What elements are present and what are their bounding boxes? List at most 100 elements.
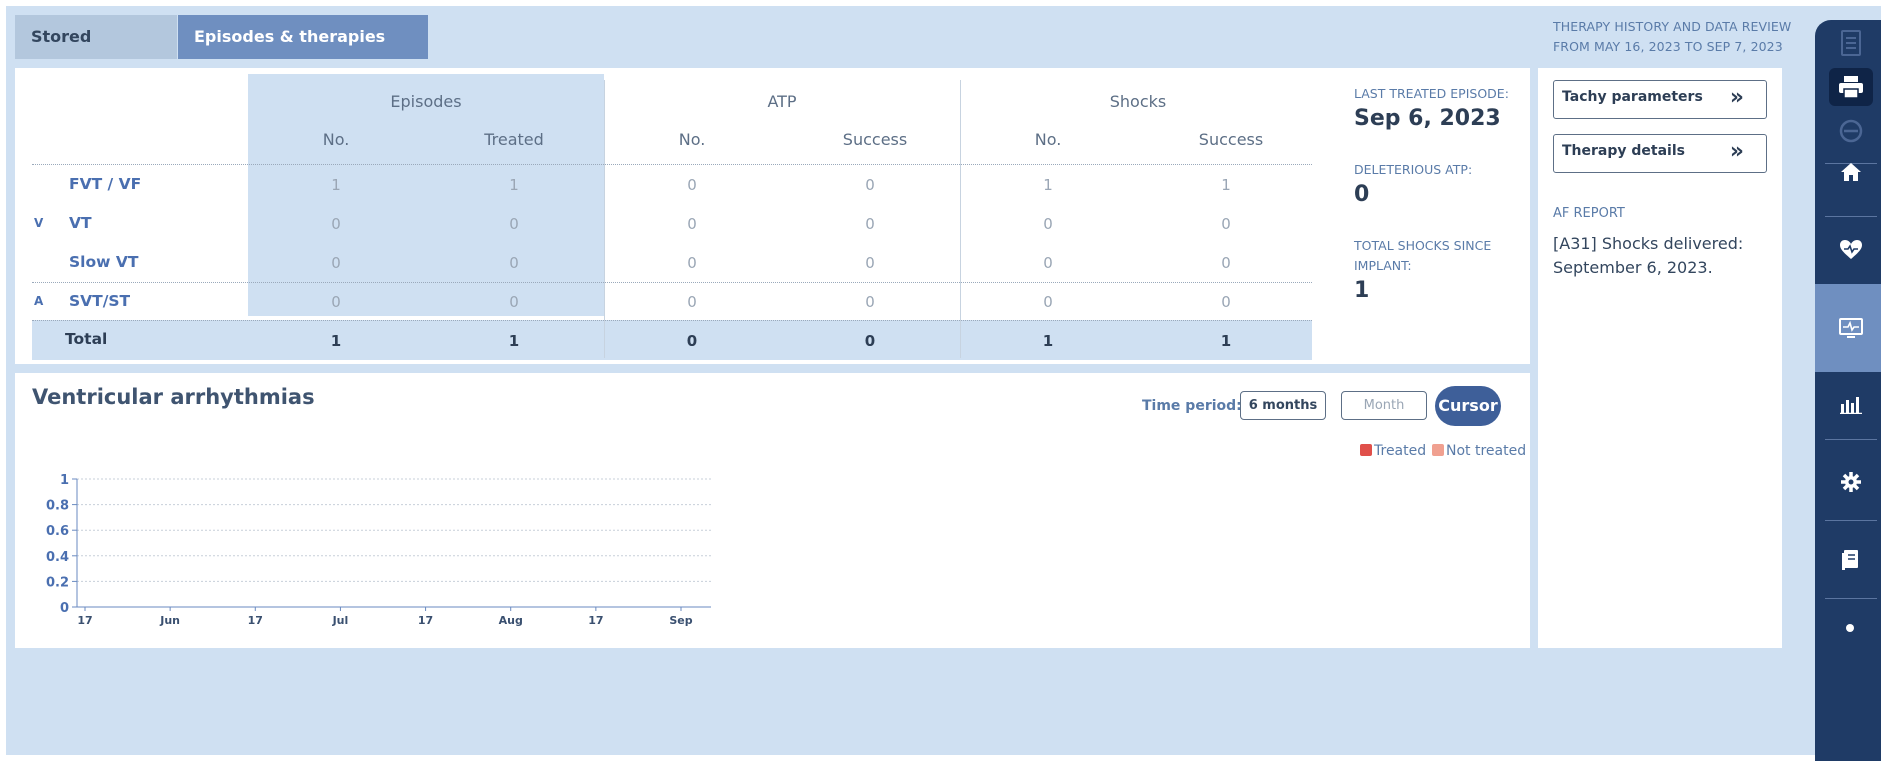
- table-cell: 0: [865, 215, 875, 233]
- table-cell: 0: [509, 254, 519, 272]
- row-label-total: Total: [65, 330, 108, 348]
- y-tick-label: 0.6: [46, 524, 69, 539]
- episodes-table-panel: Episodes ATP Shocks No. Treated No. Succ…: [15, 68, 1530, 364]
- print-icon[interactable]: [1829, 68, 1873, 106]
- monitor-icon[interactable]: [1815, 284, 1881, 372]
- x-tick-label: 17: [588, 614, 603, 627]
- side-panel: Tachy parameters ›› Therapy details ›› A…: [1538, 68, 1782, 648]
- subheader-episodes-treated: Treated: [484, 130, 544, 149]
- table-cell: 1: [331, 176, 341, 194]
- y-tick-label: 0.4: [46, 550, 69, 565]
- navigation-rail: [1815, 20, 1881, 761]
- af-report-text: [A31] Shocks delivered: September 6, 202…: [1553, 234, 1744, 277]
- group-header-atp: ATP: [767, 92, 797, 111]
- time-period-label: Time period:: [1142, 398, 1242, 414]
- row-label-fvt-vf: FVT / VF: [69, 175, 142, 193]
- ventricular-arrhythmias-panel: Ventricular arrhythmias Time period: 6 m…: [15, 373, 1530, 648]
- group-header-episodes: Episodes: [390, 92, 462, 111]
- table-cell: 0: [865, 293, 875, 311]
- total-shocks-label: TOTAL SHOCKS SINCE IMPLANT:: [1354, 238, 1492, 273]
- table-cell: 1: [509, 176, 519, 194]
- x-tick-label: 17: [77, 614, 92, 627]
- subheader-atp-no: No.: [678, 130, 706, 149]
- x-tick-label: Sep: [669, 614, 692, 627]
- last-treated-label: LAST TREATED EPISODE:: [1354, 86, 1509, 101]
- row-label-vt: VT: [69, 214, 92, 232]
- episodes-column-body-shade: [248, 152, 604, 316]
- y-tick-label: 0.2: [46, 575, 69, 590]
- home-icon[interactable]: [1815, 128, 1881, 216]
- legend-label-not-treated: Not treated: [1446, 443, 1527, 459]
- table-cell: 0: [1221, 254, 1231, 272]
- table-cell: 0: [331, 215, 341, 233]
- more-dot-icon[interactable]: [1846, 624, 1854, 632]
- review-line-1: THERAPY HISTORY AND DATA REVIEW: [1553, 19, 1792, 34]
- cursor-button[interactable]: Cursor: [1435, 386, 1501, 426]
- af-report-title: AF REPORT: [1553, 206, 1625, 221]
- y-tick-label: 0: [60, 601, 69, 616]
- table-cell: 0: [509, 215, 519, 233]
- table-cell: 0: [1043, 293, 1053, 311]
- table-cell: 0: [1043, 215, 1053, 233]
- bar-chart-icon[interactable]: [1815, 360, 1881, 448]
- subheader-shocks-success: Success: [1198, 130, 1264, 149]
- subheader-atp-success: Success: [842, 130, 908, 149]
- legend-swatch-not-treated: [1432, 444, 1444, 456]
- table-cell: 0: [687, 293, 697, 311]
- total-cell: 0: [864, 332, 876, 350]
- table-cell: 0: [1043, 254, 1053, 272]
- table-cell: 0: [687, 176, 697, 194]
- table-cell: 0: [687, 254, 697, 272]
- rail-divider: [1825, 598, 1877, 599]
- double-chevron-right-icon: ››: [1729, 139, 1744, 164]
- chart-title: Ventricular arrhythmias: [32, 385, 315, 409]
- last-treated-value: Sep 6, 2023: [1354, 106, 1501, 131]
- tachy-parameters-button[interactable]: Tachy parameters ››: [1553, 80, 1767, 119]
- heart-pulse-icon[interactable]: [1815, 206, 1881, 294]
- tachy-parameters-label: Tachy parameters: [1562, 89, 1703, 105]
- x-tick-label: 17: [248, 614, 263, 627]
- legend-label-treated: Treated: [1374, 443, 1427, 459]
- total-cell: 1: [508, 332, 520, 350]
- table-cell: 0: [865, 176, 875, 194]
- subheader-shocks-no: No.: [1034, 130, 1062, 149]
- therapy-details-button[interactable]: Therapy details ››: [1553, 134, 1767, 173]
- double-chevron-right-icon: ››: [1729, 85, 1744, 110]
- deleterious-atp-label: DELETERIOUS ATP:: [1354, 162, 1473, 177]
- subheader-episodes-no: No.: [322, 130, 350, 149]
- six-months-button[interactable]: 6 months: [1240, 391, 1326, 420]
- row-label-svt-st: SVT/ST: [69, 292, 131, 310]
- table-cell: 0: [687, 215, 697, 233]
- y-tick-label: 0.8: [46, 499, 69, 514]
- total-divider: [32, 320, 1312, 321]
- deleterious-atp-value: 0: [1354, 182, 1370, 207]
- x-tick-label: Jun: [159, 614, 180, 627]
- row-label-slow-vt: Slow VT: [69, 253, 139, 271]
- x-tick-label: 17: [418, 614, 433, 627]
- app-root: Stored episodes: 4 Episodes & therapies …: [6, 6, 1881, 761]
- total-cell: 1: [1042, 332, 1054, 350]
- report-icon[interactable]: [1815, 516, 1881, 604]
- total-cell: 0: [686, 332, 698, 350]
- group-divider: [32, 282, 1312, 283]
- header-divider: [32, 164, 1312, 165]
- table-cell: 0: [331, 254, 341, 272]
- month-button[interactable]: Month: [1341, 391, 1427, 420]
- gear-icon[interactable]: [1815, 438, 1881, 526]
- table-cell: 1: [1221, 176, 1231, 194]
- column-separator: [960, 80, 961, 358]
- document-icon[interactable]: [1829, 24, 1873, 62]
- total-shocks-value: 1: [1354, 278, 1370, 303]
- total-cell: 1: [1220, 332, 1232, 350]
- group-header-shocks: Shocks: [1109, 92, 1167, 111]
- tab-episodes-therapies-summary[interactable]: Episodes & therapies summary: [178, 15, 428, 90]
- column-separator: [604, 80, 605, 358]
- total-cell: 1: [330, 332, 342, 350]
- legend-item-treated: Treated: [1360, 443, 1426, 459]
- therapy-details-label: Therapy details: [1562, 143, 1685, 159]
- table-cell: 0: [331, 293, 341, 311]
- ventricular-arrhythmias-chart: 0 0.2 0.4 0.6 0.8 1 17 Jun 17 Jul 17 Aug 17 Sep: [46, 473, 711, 627]
- review-line-2: FROM MAY 16, 2023 TO SEP 7, 2023: [1553, 39, 1783, 54]
- tab-stored-episodes[interactable]: Stored episodes: 4: [15, 15, 177, 90]
- y-tick-label: 1: [60, 473, 69, 488]
